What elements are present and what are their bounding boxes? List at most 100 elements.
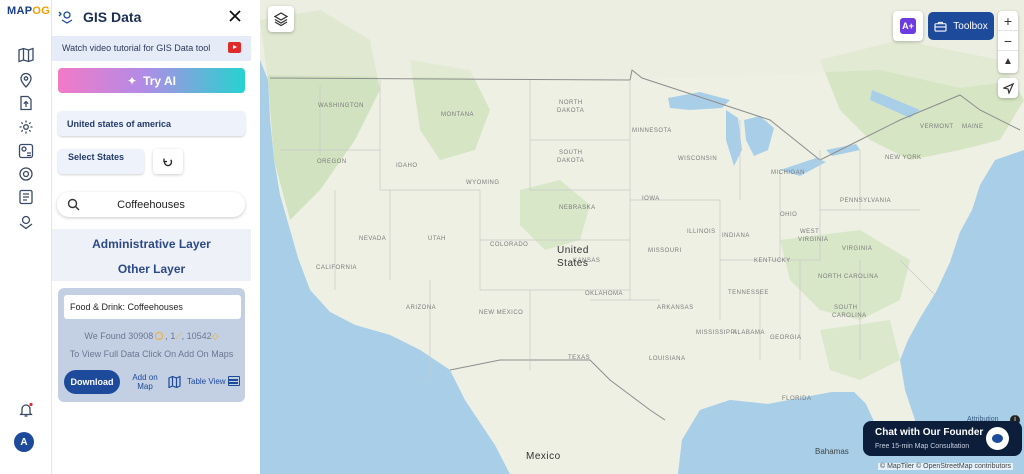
state-label-louisiana: LOUISIANA xyxy=(649,356,686,362)
report-list-icon[interactable] xyxy=(16,188,36,206)
gis-data-header-icon xyxy=(56,8,74,26)
state-label-pennsylvania: PENNSYLVANIA xyxy=(840,198,892,204)
state-label-michigan: MICHIGAN xyxy=(771,170,805,176)
state-label-vermont: VERMONT xyxy=(920,124,954,130)
chat-bubble-icon[interactable] xyxy=(986,427,1009,450)
state-label-arkansas: ARKANSAS xyxy=(657,305,694,311)
state-label-texas: TEXAS xyxy=(568,355,591,361)
state-label-south-dakota-2: DAKOTA xyxy=(557,158,585,164)
state-label-tennessee: TENNESSEE xyxy=(728,290,769,296)
found-summary: We Found 30908, 1⟋, 10542◇ xyxy=(84,331,219,341)
try-ai-label: Try AI xyxy=(143,73,176,88)
state-label-washington: WASHINGTON xyxy=(318,103,365,109)
state-label-new-york: NEW YORK xyxy=(885,155,922,161)
panel-title: GIS Data xyxy=(83,9,142,25)
data-layers-icon[interactable] xyxy=(16,142,36,160)
state-label-south-carolina-1: SOUTH xyxy=(834,305,858,311)
country-label-mexico: Mexico xyxy=(526,451,561,462)
youtube-play-icon[interactable] xyxy=(228,42,241,53)
state-label-mississippi: MISSISSIPPI xyxy=(696,330,738,336)
state-label-virginia: VIRGINIA xyxy=(842,246,873,252)
try-ai-button[interactable]: ✦ Try AI xyxy=(58,68,245,93)
state-label-new-mexico: NEW MEXICO xyxy=(479,310,524,316)
sparkle-icon: ✦ xyxy=(127,73,138,88)
chat-title: Chat with Our Founder xyxy=(875,427,984,438)
analysis-icon[interactable] xyxy=(16,165,36,183)
close-icon[interactable] xyxy=(226,7,244,25)
point-count: 30908 xyxy=(128,331,154,341)
compass-button[interactable]: ▲ xyxy=(998,51,1018,71)
locate-me-button[interactable] xyxy=(998,78,1018,98)
reset-icon xyxy=(163,158,173,166)
search-value: Coffeehouses xyxy=(117,199,185,211)
add-map-icon[interactable] xyxy=(168,375,181,388)
panel-header: GIS Data xyxy=(52,0,260,34)
state-label-florida: FLORIDA xyxy=(782,396,812,402)
zoom-controls: + − ▲ xyxy=(998,11,1018,73)
state-label-kentucky: KENTUCKY xyxy=(754,258,791,264)
ai-icon: A+ xyxy=(900,18,916,34)
state-label-maine: MAINE xyxy=(962,124,984,130)
state-label-idaho: IDAHO xyxy=(396,163,418,169)
zoom-in-button[interactable]: + xyxy=(998,11,1018,31)
state-label-indiana: INDIANA xyxy=(722,233,750,239)
state-label-wisconsin: WISCONSIN xyxy=(678,156,718,162)
toolbox-icon xyxy=(934,21,947,32)
state-label-west-virginia-1: WEST xyxy=(800,229,820,235)
state-label-colorado: COLORADO xyxy=(490,242,529,248)
table-view-button[interactable]: Table View xyxy=(187,377,226,386)
location-pin-icon[interactable] xyxy=(16,71,36,89)
gis-data-icon[interactable] xyxy=(16,213,36,231)
map-icon[interactable] xyxy=(16,46,36,64)
icon-rail: MAPOG A xyxy=(0,0,52,474)
chat-with-founder-widget[interactable]: Chat with Our Founder Free 15-min Map Co… xyxy=(863,421,1022,456)
polygon-icon: ◇ xyxy=(211,331,219,341)
hint-text: To View Full Data Click On Add On Maps xyxy=(69,349,234,359)
map-canvas[interactable]: WASHINGTON MONTANA NORTH DAKOTA MINNESOT… xyxy=(260,0,1024,474)
download-button[interactable]: Download xyxy=(64,370,120,394)
line-icon: ⟋ xyxy=(175,331,182,341)
state-label-nebraska: NEBRASKA xyxy=(559,205,596,211)
settings-gear-icon[interactable] xyxy=(16,118,36,136)
state-label-minnesota: MINNESOTA xyxy=(632,128,672,134)
video-tutorial-banner[interactable]: Watch video tutorial for GIS Data tool xyxy=(52,36,251,61)
search-input[interactable]: Coffeehouses xyxy=(57,192,245,217)
state-label-north-dakota-2: DAKOTA xyxy=(557,108,585,114)
state-label-ohio: OHIO xyxy=(780,212,798,218)
state-label-north-dakota-1: NORTH xyxy=(559,100,583,106)
state-label-nevada: NEVADA xyxy=(359,236,387,242)
chat-subtitle: Free 15-min Map Consultation xyxy=(875,443,970,450)
upload-file-icon[interactable] xyxy=(16,94,36,112)
mapog-logo[interactable]: MAPOG xyxy=(7,5,50,17)
point-icon xyxy=(155,332,164,340)
notification-bell-icon[interactable] xyxy=(16,401,36,419)
layer-tabs: Administrative Layer Other Layer xyxy=(52,229,251,281)
state-label-south-dakota-1: SOUTH xyxy=(559,150,583,156)
other-layer-tab[interactable]: Other Layer xyxy=(52,262,251,276)
state-label-georgia: GEORGIA xyxy=(770,335,802,341)
tutorial-text: Watch video tutorial for GIS Data tool xyxy=(62,43,211,53)
map-layers-button[interactable] xyxy=(268,6,294,32)
zoom-out-button[interactable]: − xyxy=(998,31,1018,51)
table-icon[interactable] xyxy=(228,376,240,386)
state-label-arizona: ARIZONA xyxy=(406,305,437,311)
reset-button[interactable] xyxy=(153,149,183,174)
navigation-arrow-icon xyxy=(1002,82,1014,94)
state-label-north-carolina: NORTH CAROLINA xyxy=(818,274,879,280)
ai-assistant-button[interactable]: A+ xyxy=(893,11,923,41)
layers-icon xyxy=(273,12,289,27)
toolbox-button[interactable]: Toolbox xyxy=(928,12,994,40)
state-label-iowa: IOWA xyxy=(642,196,660,202)
user-avatar[interactable]: A xyxy=(14,432,34,452)
country-value: United states of america xyxy=(67,119,172,129)
gis-data-panel: GIS Data Watch video tutorial for GIS Da… xyxy=(52,0,260,474)
country-label-bahamas: Bahamas xyxy=(815,447,849,456)
state-label-south-carolina-2: CAROLINA xyxy=(832,313,867,319)
state-label-alabama: ALABAMA xyxy=(733,330,765,336)
add-on-map-button[interactable]: Add on Map xyxy=(130,373,160,391)
result-card: Food & Drink: Coffeehouses We Found 3090… xyxy=(58,288,245,402)
administrative-layer-tab[interactable]: Administrative Layer xyxy=(52,237,251,251)
country-select[interactable]: United states of america xyxy=(58,111,245,136)
select-states-button[interactable]: Select States xyxy=(58,149,144,174)
state-label-oklahoma: OKLAHOMA xyxy=(585,291,624,297)
